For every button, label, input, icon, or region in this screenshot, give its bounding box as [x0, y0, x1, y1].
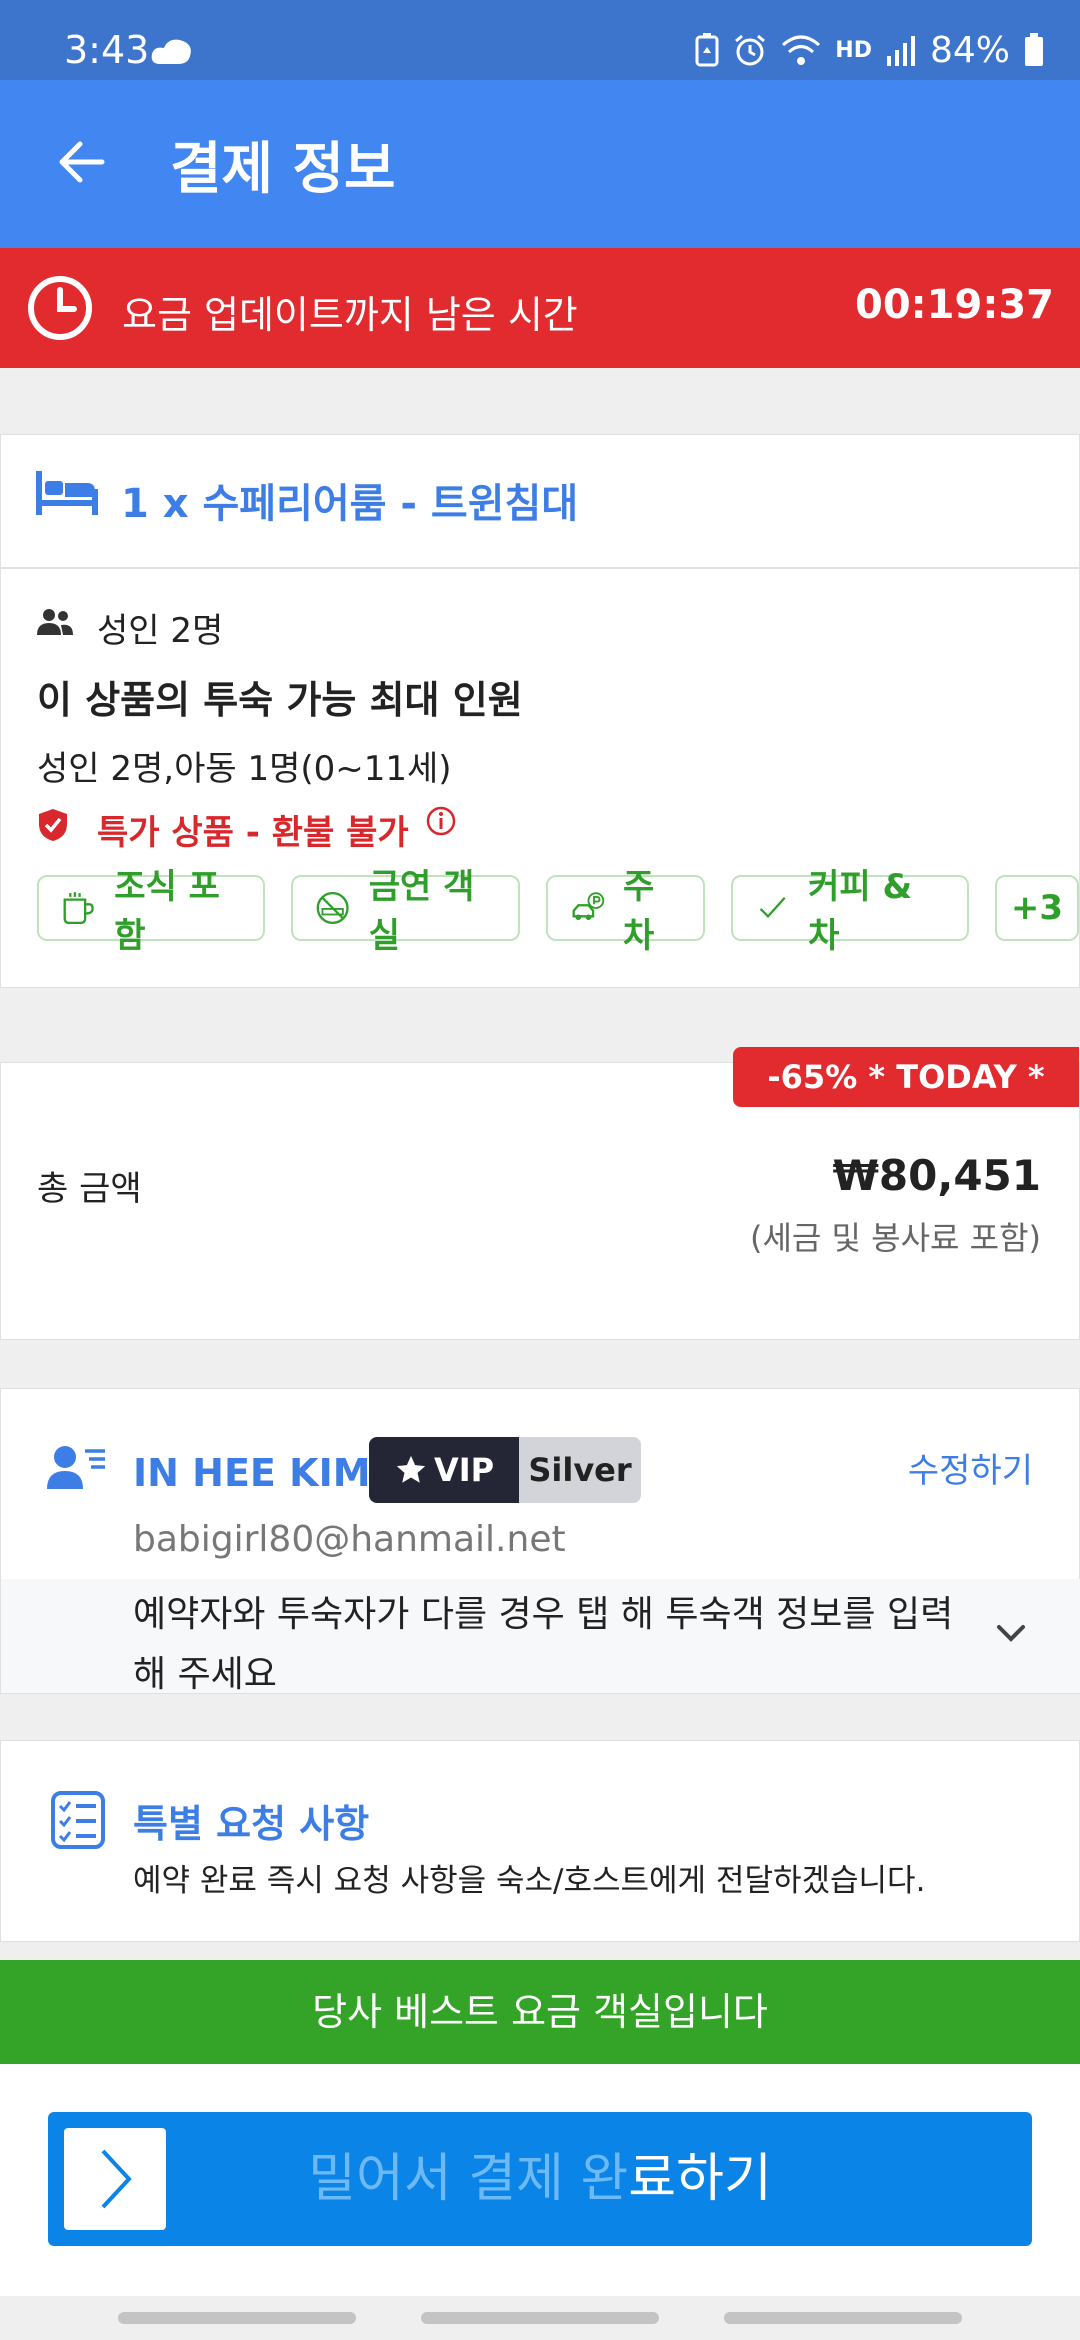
special-requests-card[interactable]: 특별 요청 사항 예약 완료 즉시 요청 사항을 숙소/호스트에게 전달하겠습니… [0, 1740, 1080, 1942]
refund-policy: 특가 상품 - 환불 불가 [97, 813, 409, 853]
vip-badge-dark: VIP [369, 1437, 519, 1503]
price-card: -65% * TODAY * 총 금액 ₩80,451 (세금 및 봉사료 포함… [0, 1047, 1080, 1340]
special-requests-description: 예약 완료 즉시 요청 사항을 숙소/호스트에게 전달하겠습니다. [133, 1863, 926, 1899]
parking-car-icon [572, 892, 605, 921]
slide-label-bright: 료하기 [628, 2149, 772, 2209]
nav-recents[interactable] [118, 2312, 356, 2324]
tax-note: (세금 및 봉사료 포함) [749, 1219, 1041, 1257]
info-icon[interactable] [425, 805, 457, 837]
timer-label: 요금 업데이트까지 남은 시간 [122, 293, 578, 337]
status-bar: 3:43 HD 84% [0, 0, 1080, 80]
network-type-label: HD [835, 37, 872, 63]
amenity-label: 금연 객실 [368, 867, 475, 956]
different-guest-row[interactable]: 예약자와 투숙자가 다를 경우 탭 해 투숙객 정보를 입력해 주세요 [1, 1579, 1080, 1695]
best-rate-text: 당사 베스트 요금 객실입니다 [312, 1990, 768, 2034]
shield-icon [39, 809, 67, 841]
checklist-icon [51, 1791, 105, 1849]
amenity-label: 조식 포함 [114, 867, 220, 956]
star-icon [396, 1455, 426, 1483]
slide-knob[interactable] [64, 2128, 166, 2230]
room-name: 1 x 수페리어룸 - 트윈침대 [121, 481, 579, 527]
guest-count: 성인 2명 [97, 611, 224, 651]
guest-info-card: IN HEE KIM VIP Silver 수정하기 babigirl80@ha… [0, 1388, 1080, 1695]
slide-label-dim: 밀어서 결제 완 [308, 2149, 629, 2209]
best-rate-banner: 당사 베스트 요금 객실입니다 [0, 1960, 1080, 2082]
payment-footer: 밀어서 결제 완료하기 [0, 2064, 1080, 2296]
amenity-chip-breakfast[interactable]: 조식 포함 [37, 867, 266, 956]
max-occupancy-title: 이 상품의 투숙 가능 최대 인원 [37, 678, 523, 722]
nav-home[interactable] [421, 2312, 659, 2324]
vip-label: VIP [433, 1451, 495, 1489]
room-detail-card: 성인 2명 이 상품의 투숙 가능 최대 인원 성인 2명,아동 1명(0~11… [0, 568, 1080, 988]
edit-guest-button[interactable]: 수정하기 [908, 1443, 1033, 1492]
no-smoking-icon [317, 891, 350, 925]
max-occupancy-detail: 성인 2명,아동 1명(0~11세) [37, 749, 452, 789]
people-icon [37, 609, 73, 635]
amenity-chip-parking[interactable]: 주차 [545, 867, 705, 956]
vip-tier-badge: VIP Silver [369, 1437, 641, 1503]
total-price-amount: ₩80,451 [832, 1151, 1041, 1200]
timer-countdown: 00:19:37 [855, 282, 1054, 328]
status-icons: HD 84% [695, 26, 1044, 74]
alarm-icon [735, 34, 766, 66]
coffee-cup-icon [63, 892, 94, 925]
amenity-chip-non-smoking[interactable]: 금연 객실 [291, 867, 520, 956]
different-guest-hint: 예약자와 투숙자가 다를 경우 탭 해 투숙객 정보를 입력해 주세요 [133, 1594, 954, 1695]
battery-saver-icon [695, 33, 719, 67]
cloud-icon [151, 39, 191, 64]
amenity-label: 커피 & 차 [808, 867, 913, 956]
discount-badge: -65% * TODAY * [733, 1047, 1079, 1107]
back-arrow-icon[interactable] [56, 136, 108, 188]
amenity-more-count: +3 [1010, 888, 1063, 928]
chevron-right-icon [101, 2149, 132, 2209]
amenity-chip-coffee-tea[interactable]: 커피 & 차 [730, 867, 969, 956]
slide-to-pay[interactable]: 밀어서 결제 완료하기 [48, 2112, 1032, 2246]
guest-email: babigirl80@hanmail.net [133, 1519, 566, 1560]
amenity-chip-more[interactable]: +3 [994, 875, 1079, 941]
special-requests-title: 특별 요청 사항 [133, 1802, 370, 1846]
battery-icon [1025, 33, 1043, 66]
room-header-card: 1 x 수페리어룸 - 트윈침대 [0, 434, 1080, 568]
page-title: 결제 정보 [170, 137, 396, 202]
system-nav-bar [0, 2296, 1080, 2340]
amenity-chips: 조식 포함 금연 객실 주차 커피 & 차 +3 [37, 867, 1079, 956]
battery-percent: 84% [929, 29, 1010, 71]
nav-back[interactable] [724, 2312, 962, 2324]
vip-tier-name: Silver [519, 1437, 641, 1503]
signal-icon [886, 36, 915, 66]
price-timer-bar: 요금 업데이트까지 남은 시간 00:19:37 [0, 248, 1080, 368]
guest-name: IN HEE KIM [133, 1451, 371, 1495]
wifi-icon [782, 35, 821, 65]
bed-icon [36, 471, 98, 515]
amenity-label: 주차 [623, 867, 655, 956]
app-bar: 결제 정보 [0, 80, 1080, 248]
person-list-icon [47, 1446, 105, 1489]
checkmark-icon [759, 897, 786, 919]
slide-to-pay-label: 밀어서 결제 완료하기 [48, 2112, 1032, 2246]
chevron-down-icon [997, 1625, 1025, 1642]
status-time: 3:43 [64, 28, 150, 72]
total-price-label: 총 금액 [37, 1169, 142, 1209]
clock-icon [28, 276, 92, 340]
